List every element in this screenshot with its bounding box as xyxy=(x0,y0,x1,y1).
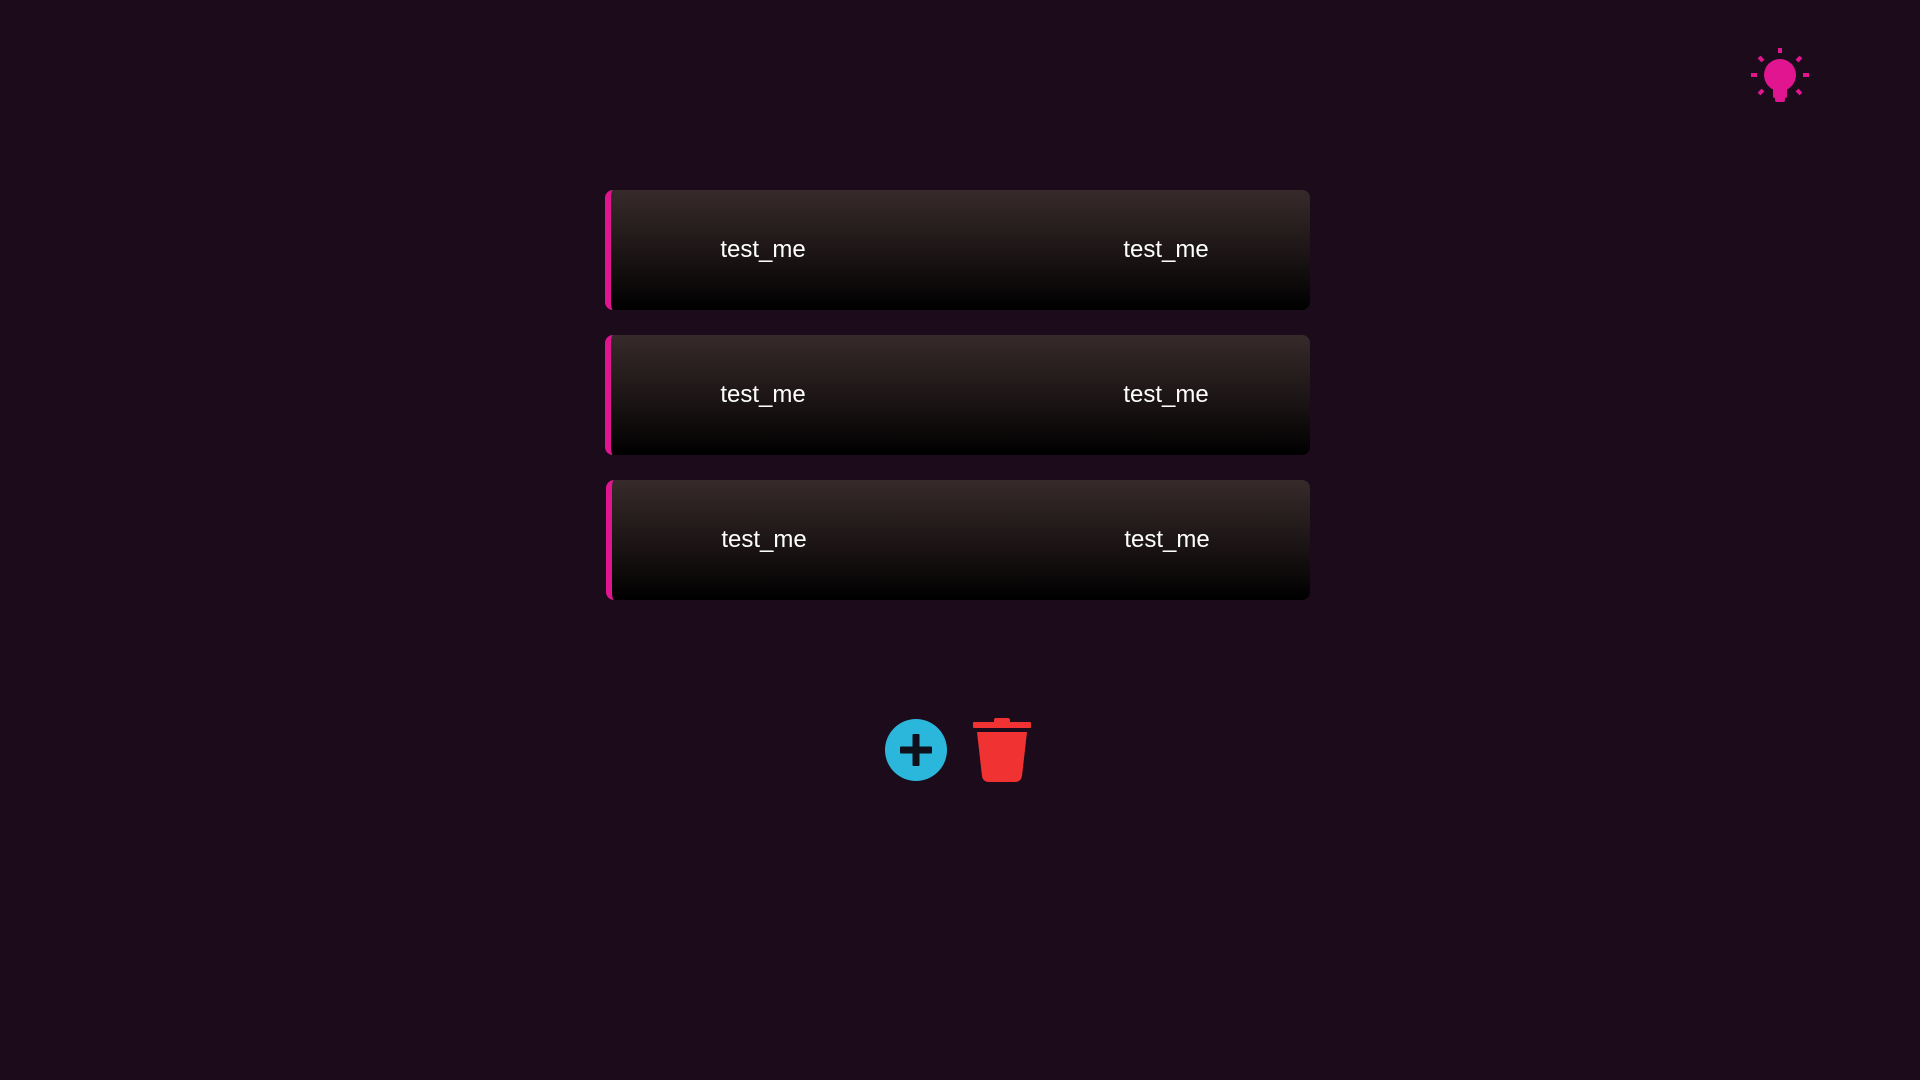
list-item[interactable]: test_me test_me xyxy=(605,190,1310,310)
item-right-value: test_me xyxy=(1124,526,1210,553)
plus-icon xyxy=(900,734,932,766)
item-right-value: test_me xyxy=(1123,381,1209,408)
list-item[interactable]: test_me test_me xyxy=(605,335,1310,455)
item-right-value: test_me xyxy=(1123,236,1209,263)
item-left-value: test_me xyxy=(720,381,806,408)
lightbulb-icon[interactable] xyxy=(1748,44,1812,108)
item-list: test_me test_me test_me test_me test_me … xyxy=(605,190,1310,625)
item-left-value: test_me xyxy=(720,236,806,263)
item-left-value: test_me xyxy=(721,526,807,553)
list-item[interactable]: test_me test_me xyxy=(606,480,1310,600)
add-button[interactable] xyxy=(885,719,947,781)
trash-icon[interactable] xyxy=(973,718,1031,782)
